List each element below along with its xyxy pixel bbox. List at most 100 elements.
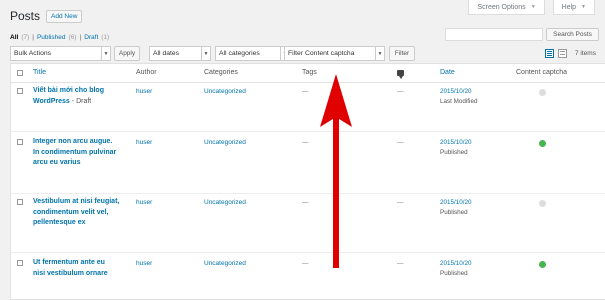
- title-line: Viết bài mới cho blog: [33, 87, 104, 94]
- captcha-filter-value: Filter Content captcha: [288, 50, 355, 57]
- view-published-count: (6): [68, 34, 77, 41]
- comment-icon[interactable]: [397, 70, 404, 79]
- bulk-actions-value: Bulk Actions: [14, 50, 52, 57]
- page-title: Posts: [10, 9, 41, 23]
- comments-value: —: [397, 199, 404, 206]
- row-checkbox[interactable]: [17, 199, 23, 205]
- category-filter-value: All categories: [219, 50, 260, 57]
- date-value: 2015/10/20: [440, 260, 472, 267]
- separator: |: [79, 34, 82, 41]
- search-input[interactable]: [445, 28, 543, 41]
- page-header: Posts Add New: [10, 9, 83, 23]
- column-author-header: Author: [136, 69, 157, 76]
- divider: [11, 193, 605, 194]
- author-link[interactable]: huser: [136, 260, 152, 267]
- caret-down-icon: ▼: [581, 4, 586, 10]
- search-posts-button[interactable]: Search Posts: [546, 28, 599, 41]
- divider: [11, 131, 605, 132]
- table-row: Vestibulum at nisi feugiat, condimentum …: [11, 197, 605, 255]
- post-status-filter: All (7) | Published (6) | Draft (1): [10, 34, 109, 41]
- title-line: condimentum velit vel,: [33, 208, 109, 216]
- captcha-status-dot: [539, 200, 546, 207]
- post-title-link[interactable]: Ut fermentum ante eu nisi vestibulum orn…: [33, 258, 143, 279]
- status-value: Published: [440, 149, 468, 156]
- comments-value: —: [397, 88, 404, 95]
- row-checkbox[interactable]: [17, 260, 23, 266]
- category-filter-select[interactable]: All categories ▼: [215, 46, 290, 61]
- category-link[interactable]: Uncategorized: [204, 260, 246, 267]
- category-link[interactable]: Uncategorized: [204, 139, 246, 146]
- captcha-status-dot: [539, 89, 546, 96]
- title-line: arcu eu varius: [33, 159, 81, 166]
- status-value: Published: [440, 270, 468, 277]
- tags-value: —: [302, 88, 309, 95]
- row-checkbox[interactable]: [17, 88, 23, 94]
- help-button[interactable]: Help ▼: [552, 0, 595, 15]
- date-filter-select[interactable]: All dates ▼: [149, 46, 211, 61]
- post-title-link[interactable]: Viết bài mới cho blog WordPress - Draft: [33, 86, 143, 107]
- screen-options-label: Screen Options: [477, 3, 526, 11]
- column-title-header[interactable]: Title: [33, 69, 46, 76]
- view-all-count: (7): [21, 34, 30, 41]
- column-tags-header: Tags: [302, 69, 317, 76]
- date-value: 2015/10/20: [440, 88, 472, 95]
- title-line: Ut fermentum ante eu: [33, 259, 105, 266]
- category-link[interactable]: Uncategorized: [204, 88, 246, 95]
- table-row: Viết bài mới cho blog WordPress - Draft …: [11, 86, 605, 131]
- filter-button[interactable]: Filter: [389, 46, 415, 61]
- post-title-link[interactable]: Integer non arcu augue. In condimentum p…: [33, 137, 143, 169]
- row-checkbox[interactable]: [17, 139, 23, 145]
- title-line: In condimentum pulvinar: [33, 148, 117, 156]
- divider: [11, 252, 605, 253]
- status-value: Published: [440, 209, 468, 216]
- tags-value: —: [302, 199, 309, 206]
- list-view-icon[interactable]: [545, 49, 554, 58]
- bulk-actions-select[interactable]: Bulk Actions ▼: [10, 46, 111, 61]
- column-date-header[interactable]: Date: [440, 69, 455, 76]
- screen-options-button[interactable]: Screen Options ▼: [468, 0, 545, 15]
- help-label: Help: [561, 3, 577, 11]
- apply-button[interactable]: Apply: [114, 46, 140, 61]
- view-published-link[interactable]: Published: [37, 34, 66, 41]
- column-categories-header: Categories: [204, 69, 238, 76]
- tags-value: —: [302, 260, 309, 267]
- captcha-status-dot: [539, 140, 546, 147]
- add-new-button[interactable]: Add New: [46, 9, 83, 23]
- tablenav-top: Bulk Actions ▼ Apply All dates ▼ All cat…: [10, 46, 600, 62]
- comments-value: —: [397, 260, 404, 267]
- separator: |: [32, 34, 34, 41]
- author-link[interactable]: huser: [136, 88, 152, 95]
- title-line: WordPress: [33, 97, 70, 105]
- date-value: 2015/10/20: [440, 199, 472, 206]
- view-all-link[interactable]: All: [10, 34, 18, 41]
- captcha-status-dot: [539, 261, 546, 268]
- post-state: - Draft: [69, 97, 92, 105]
- status-value: Last Modified: [440, 98, 478, 105]
- posts-table: Title Author Categories Tags Date Conten…: [10, 63, 605, 300]
- title-line: pellentesque ex: [33, 219, 86, 226]
- author-link[interactable]: huser: [136, 199, 152, 206]
- author-link[interactable]: huser: [136, 139, 152, 146]
- comments-value: —: [397, 139, 404, 146]
- view-draft-link[interactable]: Draft: [84, 34, 98, 41]
- excerpt-view-icon[interactable]: [558, 49, 567, 58]
- chevron-down-icon: ▼: [101, 47, 110, 60]
- title-line: Vestibulum at nisi feugiat,: [33, 198, 120, 205]
- date-filter-value: All dates: [153, 50, 180, 57]
- title-line: Integer non arcu augue.: [33, 138, 113, 145]
- table-row: Integer non arcu augue. In condimentum p…: [11, 137, 605, 193]
- view-draft-count: (1): [101, 34, 110, 41]
- table-row: Ut fermentum ante eu nisi vestibulum orn…: [11, 258, 605, 300]
- tags-value: —: [302, 139, 309, 146]
- date-value: 2015/10/20: [440, 139, 472, 146]
- caret-down-icon: ▼: [530, 4, 536, 10]
- category-link[interactable]: Uncategorized: [204, 199, 246, 206]
- post-title-link[interactable]: Vestibulum at nisi feugiat, condimentum …: [33, 197, 143, 229]
- column-captcha-header: Content captcha: [516, 69, 567, 76]
- captcha-filter-select[interactable]: Filter Content captcha ▼: [284, 46, 385, 61]
- chevron-down-icon: ▼: [375, 47, 384, 60]
- select-all-checkbox[interactable]: [17, 70, 23, 76]
- items-count: 7 items: [575, 50, 596, 57]
- chevron-down-icon: ▼: [201, 47, 210, 60]
- title-line: nisi vestibulum ornare: [33, 269, 108, 277]
